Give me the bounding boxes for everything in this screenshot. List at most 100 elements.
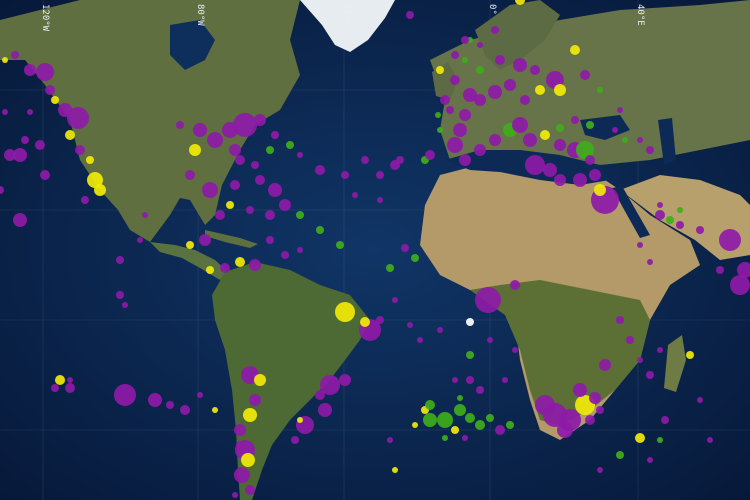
- purple-marker[interactable]: [491, 26, 499, 34]
- purple-marker[interactable]: [573, 383, 587, 397]
- purple-marker[interactable]: [180, 405, 190, 415]
- yellow-marker[interactable]: [451, 426, 459, 434]
- yellow-marker[interactable]: [392, 467, 398, 473]
- purple-marker[interactable]: [27, 109, 33, 115]
- purple-marker[interactable]: [512, 117, 528, 133]
- yellow-marker[interactable]: [212, 407, 218, 413]
- yellow-marker[interactable]: [241, 453, 255, 467]
- green-marker[interactable]: [466, 351, 474, 359]
- purple-marker[interactable]: [40, 170, 50, 180]
- purple-marker[interactable]: [520, 95, 530, 105]
- purple-marker[interactable]: [676, 221, 684, 229]
- yellow-marker[interactable]: [254, 374, 266, 386]
- purple-marker[interactable]: [661, 416, 669, 424]
- purple-marker[interactable]: [376, 316, 384, 324]
- purple-marker[interactable]: [315, 165, 325, 175]
- purple-marker[interactable]: [116, 291, 124, 299]
- green-marker[interactable]: [616, 451, 624, 459]
- purple-marker[interactable]: [254, 114, 266, 126]
- purple-marker[interactable]: [612, 127, 618, 133]
- purple-marker[interactable]: [459, 154, 471, 166]
- purple-marker[interactable]: [557, 422, 573, 438]
- purple-marker[interactable]: [13, 148, 27, 162]
- purple-marker[interactable]: [599, 359, 611, 371]
- purple-marker[interactable]: [647, 457, 653, 463]
- purple-marker[interactable]: [392, 297, 398, 303]
- purple-marker[interactable]: [716, 266, 724, 274]
- purple-marker[interactable]: [114, 384, 136, 406]
- purple-marker[interactable]: [450, 75, 460, 85]
- purple-marker[interactable]: [697, 397, 703, 403]
- purple-marker[interactable]: [233, 113, 257, 137]
- purple-marker[interactable]: [202, 182, 218, 198]
- yellow-marker[interactable]: [540, 130, 550, 140]
- purple-marker[interactable]: [166, 401, 174, 409]
- green-marker[interactable]: [506, 421, 514, 429]
- yellow-marker[interactable]: [570, 45, 580, 55]
- purple-marker[interactable]: [236, 441, 244, 449]
- green-marker[interactable]: [476, 66, 484, 74]
- green-marker[interactable]: [586, 121, 594, 129]
- purple-marker[interactable]: [616, 316, 624, 324]
- purple-marker[interactable]: [51, 384, 59, 392]
- purple-marker[interactable]: [148, 393, 162, 407]
- purple-marker[interactable]: [67, 377, 73, 383]
- yellow-marker[interactable]: [243, 408, 257, 422]
- yellow-marker[interactable]: [186, 241, 194, 249]
- purple-marker[interactable]: [646, 146, 654, 154]
- purple-marker[interactable]: [597, 467, 603, 473]
- purple-marker[interactable]: [585, 415, 595, 425]
- purple-marker[interactable]: [580, 70, 590, 80]
- purple-marker[interactable]: [696, 226, 704, 234]
- world-map[interactable]: 120°W 80°W 40°W 0° 40°E: [0, 0, 750, 500]
- purple-marker[interactable]: [475, 287, 501, 313]
- yellow-marker[interactable]: [51, 96, 59, 104]
- yellow-marker[interactable]: [65, 130, 75, 140]
- purple-marker[interactable]: [291, 436, 299, 444]
- purple-marker[interactable]: [377, 197, 383, 203]
- purple-marker[interactable]: [24, 64, 36, 76]
- yellow-marker[interactable]: [412, 422, 418, 428]
- green-marker[interactable]: [411, 254, 419, 262]
- yellow-marker[interactable]: [436, 66, 444, 74]
- green-marker[interactable]: [425, 400, 435, 410]
- purple-marker[interactable]: [489, 134, 501, 146]
- purple-marker[interactable]: [596, 406, 604, 414]
- purple-marker[interactable]: [655, 210, 665, 220]
- purple-marker[interactable]: [530, 65, 540, 75]
- green-marker[interactable]: [556, 124, 564, 132]
- purple-marker[interactable]: [268, 183, 282, 197]
- green-marker[interactable]: [462, 57, 468, 63]
- purple-marker[interactable]: [525, 155, 545, 175]
- green-marker[interactable]: [386, 264, 394, 272]
- yellow-marker[interactable]: [635, 433, 645, 443]
- purple-marker[interactable]: [504, 79, 516, 91]
- purple-marker[interactable]: [185, 170, 195, 180]
- green-marker[interactable]: [316, 226, 324, 234]
- purple-marker[interactable]: [341, 171, 349, 179]
- green-marker[interactable]: [677, 207, 683, 213]
- purple-marker[interactable]: [297, 247, 303, 253]
- purple-marker[interactable]: [453, 123, 467, 137]
- purple-marker[interactable]: [573, 173, 587, 187]
- yellow-marker[interactable]: [86, 156, 94, 164]
- green-marker[interactable]: [457, 395, 463, 401]
- yellow-marker[interactable]: [235, 257, 245, 267]
- green-marker[interactable]: [597, 87, 603, 93]
- yellow-marker[interactable]: [335, 302, 355, 322]
- purple-marker[interactable]: [193, 123, 207, 137]
- purple-marker[interactable]: [474, 144, 486, 156]
- purple-marker[interactable]: [396, 156, 404, 164]
- purple-marker[interactable]: [81, 196, 89, 204]
- purple-marker[interactable]: [232, 492, 238, 498]
- purple-marker[interactable]: [229, 144, 241, 156]
- purple-marker[interactable]: [637, 137, 643, 143]
- purple-marker[interactable]: [75, 145, 85, 155]
- purple-marker[interactable]: [589, 392, 601, 404]
- green-marker[interactable]: [622, 137, 628, 143]
- green-marker[interactable]: [475, 420, 485, 430]
- yellow-marker[interactable]: [2, 57, 8, 63]
- purple-marker[interactable]: [281, 251, 289, 259]
- purple-marker[interactable]: [176, 121, 184, 129]
- purple-marker[interactable]: [707, 437, 713, 443]
